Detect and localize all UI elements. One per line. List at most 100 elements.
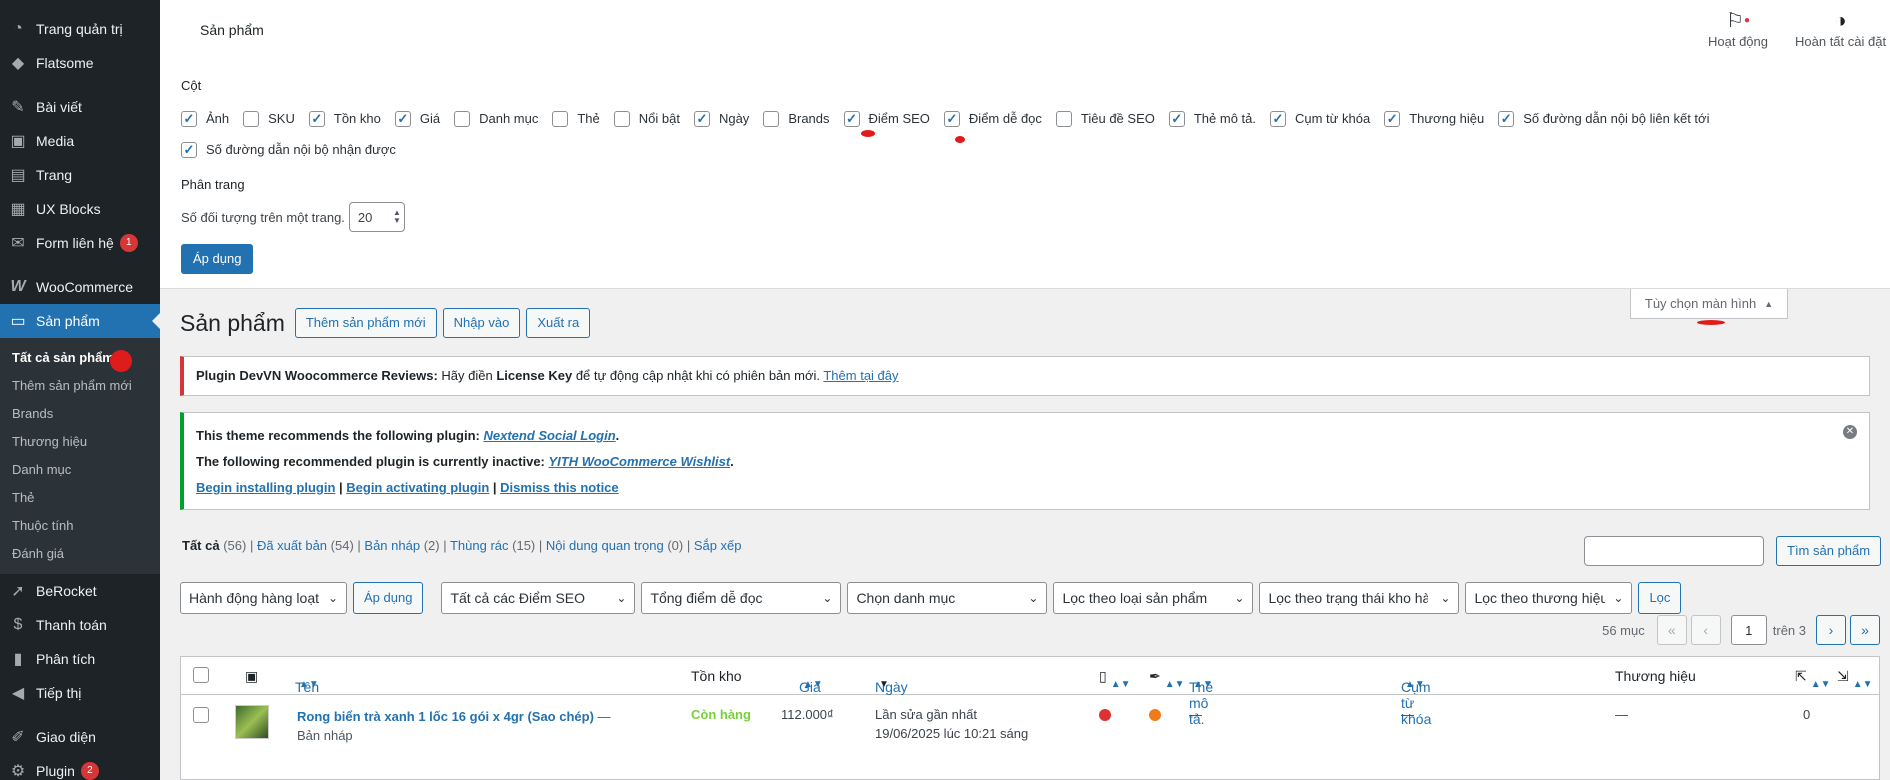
- add-new-product-button[interactable]: Thêm sản phẩm mới: [294, 308, 437, 338]
- checkbox[interactable]: [1498, 110, 1515, 127]
- outgoing-links-icon[interactable]: ⇱ ▲▼: [1795, 668, 1831, 690]
- product-type-select[interactable]: Lọc theo loại sản phẩm ⌄: [1053, 582, 1254, 614]
- menu-analytics[interactable]: ▮ Phân tích: [0, 642, 160, 676]
- import-button[interactable]: Nhập vào: [442, 308, 521, 338]
- checkbox[interactable]: [308, 110, 325, 127]
- menu-dashboard[interactable]: ◔ Trang quản trị: [0, 12, 160, 46]
- view-trash[interactable]: Thùng rác: [450, 538, 509, 553]
- stock-status-select[interactable]: Lọc theo trạng thái kho hàng ⌄: [1259, 582, 1460, 614]
- checkbox[interactable]: [552, 110, 569, 127]
- per-page-input[interactable]: 20 ▲ ▼: [348, 202, 405, 232]
- menu-posts[interactable]: ✎ Bài viết: [0, 90, 160, 124]
- column-toggle[interactable]: Thẻ: [552, 103, 600, 134]
- checkbox[interactable]: [1384, 110, 1401, 127]
- view-sort[interactable]: Sắp xếp: [694, 538, 742, 553]
- view-published[interactable]: Đã xuất bản: [257, 538, 327, 553]
- submenu-all-products[interactable]: Tất cả sản phẩm: [0, 344, 160, 372]
- seo-score-select[interactable]: Tất cả các Điểm SEO ⌄: [441, 582, 636, 614]
- spinner-icon[interactable]: ▲ ▼: [390, 209, 404, 225]
- first-page-button[interactable]: «: [1656, 615, 1687, 645]
- setup-button[interactable]: ◑ Hoàn tất cài đặt: [1795, 8, 1886, 49]
- nextend-link[interactable]: Nextend Social Login: [483, 428, 615, 443]
- readability-feather-icon[interactable]: ✒ ▲▼: [1149, 668, 1185, 690]
- readability-select[interactable]: Tổng điểm dễ đọc ⌄: [641, 582, 842, 614]
- view-draft[interactable]: Bản nháp: [364, 538, 420, 553]
- checkbox[interactable]: [843, 110, 860, 127]
- submenu-reviews[interactable]: Đánh giá: [0, 540, 160, 568]
- current-page-input[interactable]: 1: [1730, 615, 1767, 645]
- checkbox[interactable]: [454, 110, 471, 127]
- menu-pages[interactable]: ▤ Trang: [0, 158, 160, 192]
- checkbox[interactable]: [613, 110, 630, 127]
- menu-plugins[interactable]: ⚙ Plugin 2: [0, 754, 160, 780]
- last-page-button[interactable]: »: [1850, 615, 1880, 645]
- checkbox[interactable]: [693, 110, 710, 127]
- select-all-checkbox[interactable]: [193, 667, 218, 683]
- prev-page-button[interactable]: ‹: [1690, 615, 1721, 645]
- search-products-button[interactable]: Tìm sản phẩm: [1776, 536, 1882, 566]
- checkbox[interactable]: [394, 110, 411, 127]
- column-toggle[interactable]: Giá: [394, 103, 440, 134]
- brand-select[interactable]: Lọc theo thương hiệu ⌄: [1465, 582, 1633, 614]
- column-toggle[interactable]: Cụm từ khóa: [1270, 103, 1370, 134]
- apply-button[interactable]: Áp dụng: [181, 244, 254, 274]
- category-select[interactable]: Chọn danh mục ⌄: [847, 582, 1048, 614]
- dismiss-notice-link[interactable]: Dismiss this notice: [500, 480, 618, 495]
- column-toggle[interactable]: Tiêu đề SEO: [1055, 103, 1155, 134]
- menu-contact-form[interactable]: ✉ Form liên hệ 1: [0, 226, 160, 260]
- checkbox[interactable]: [763, 110, 780, 127]
- column-toggle[interactable]: Điểm SEO: [843, 103, 930, 134]
- column-toggle[interactable]: Brands: [763, 103, 830, 134]
- checkbox[interactable]: [1270, 110, 1286, 127]
- search-input[interactable]: [1584, 536, 1764, 566]
- view-all[interactable]: Tất cả: [182, 538, 220, 553]
- product-thumbnail[interactable]: [235, 705, 269, 739]
- checkbox[interactable]: [943, 110, 960, 127]
- column-toggle[interactable]: Danh mục: [454, 103, 538, 134]
- row-checkbox[interactable]: [193, 707, 218, 723]
- menu-berocket[interactable]: ➚ BeRocket: [0, 574, 160, 608]
- activity-button[interactable]: ⚐● Hoạt động: [1708, 8, 1768, 49]
- menu-flatsome[interactable]: ◆ Flatsome: [0, 46, 160, 80]
- checkbox[interactable]: [1055, 110, 1072, 127]
- filter-button[interactable]: Lọc: [1638, 582, 1682, 614]
- begin-install-link[interactable]: Begin installing plugin: [196, 480, 335, 495]
- add-here-link[interactable]: Thêm tại đây: [823, 368, 898, 383]
- next-page-button[interactable]: ›: [1816, 615, 1846, 645]
- menu-woocommerce[interactable]: W WooCommerce: [0, 270, 160, 304]
- yith-link[interactable]: YITH WooCommerce Wishlist: [549, 454, 731, 469]
- column-toggle[interactable]: Thẻ mô tả.: [1168, 103, 1256, 134]
- submenu-brands[interactable]: Brands: [0, 400, 160, 428]
- screen-options-tab[interactable]: Tùy chọn màn hình ▲: [1630, 289, 1788, 319]
- incoming-links-icon[interactable]: ⇲ ▲▼: [1837, 668, 1873, 690]
- export-button[interactable]: Xuất ra: [526, 308, 591, 338]
- column-toggle[interactable]: Số đường dẫn nội bộ liên kết tới: [1498, 103, 1709, 134]
- column-toggle[interactable]: Số đường dẫn nội bộ nhận được: [181, 134, 396, 165]
- column-toggle[interactable]: Thương hiệu: [1384, 103, 1484, 134]
- menu-marketing[interactable]: ◀ Tiếp thị: [0, 676, 160, 710]
- column-toggle[interactable]: Ảnh: [181, 103, 229, 134]
- bulk-apply-button[interactable]: Áp dụng: [353, 582, 424, 614]
- submenu-thuong-hieu[interactable]: Thương hiệu: [0, 428, 160, 456]
- bulk-actions-select[interactable]: Hành động hàng loạt ⌄: [180, 582, 347, 614]
- checkbox[interactable]: [1168, 110, 1185, 127]
- submenu-tags[interactable]: Thẻ: [0, 484, 160, 512]
- submenu-add-new[interactable]: Thêm sản phẩm mới: [0, 372, 160, 400]
- menu-appearance[interactable]: ✐ Giao diện: [0, 720, 160, 754]
- close-icon[interactable]: ✕: [1843, 425, 1857, 439]
- column-toggle[interactable]: Điểm dễ đọc: [943, 103, 1042, 134]
- begin-activate-link[interactable]: Begin activating plugin: [346, 480, 489, 495]
- submenu-attributes[interactable]: Thuộc tính: [0, 512, 160, 540]
- checkbox[interactable]: [181, 141, 197, 158]
- menu-products[interactable]: ▭ Sản phẩm: [0, 304, 160, 338]
- column-toggle[interactable]: Nổi bật: [613, 103, 680, 134]
- submenu-categories[interactable]: Danh mục: [0, 456, 160, 484]
- checkbox[interactable]: [243, 110, 260, 127]
- column-toggle[interactable]: Tồn kho: [308, 103, 381, 134]
- column-toggle[interactable]: Ngày: [693, 103, 749, 134]
- column-toggle[interactable]: SKU: [243, 103, 295, 134]
- product-name-link[interactable]: Rong biển trà xanh 1 lốc 16 gói x 4gr (S…: [297, 709, 594, 724]
- menu-media[interactable]: ▣ Media: [0, 124, 160, 158]
- checkbox[interactable]: [181, 110, 197, 127]
- view-important[interactable]: Nội dung quan trọng: [546, 538, 664, 553]
